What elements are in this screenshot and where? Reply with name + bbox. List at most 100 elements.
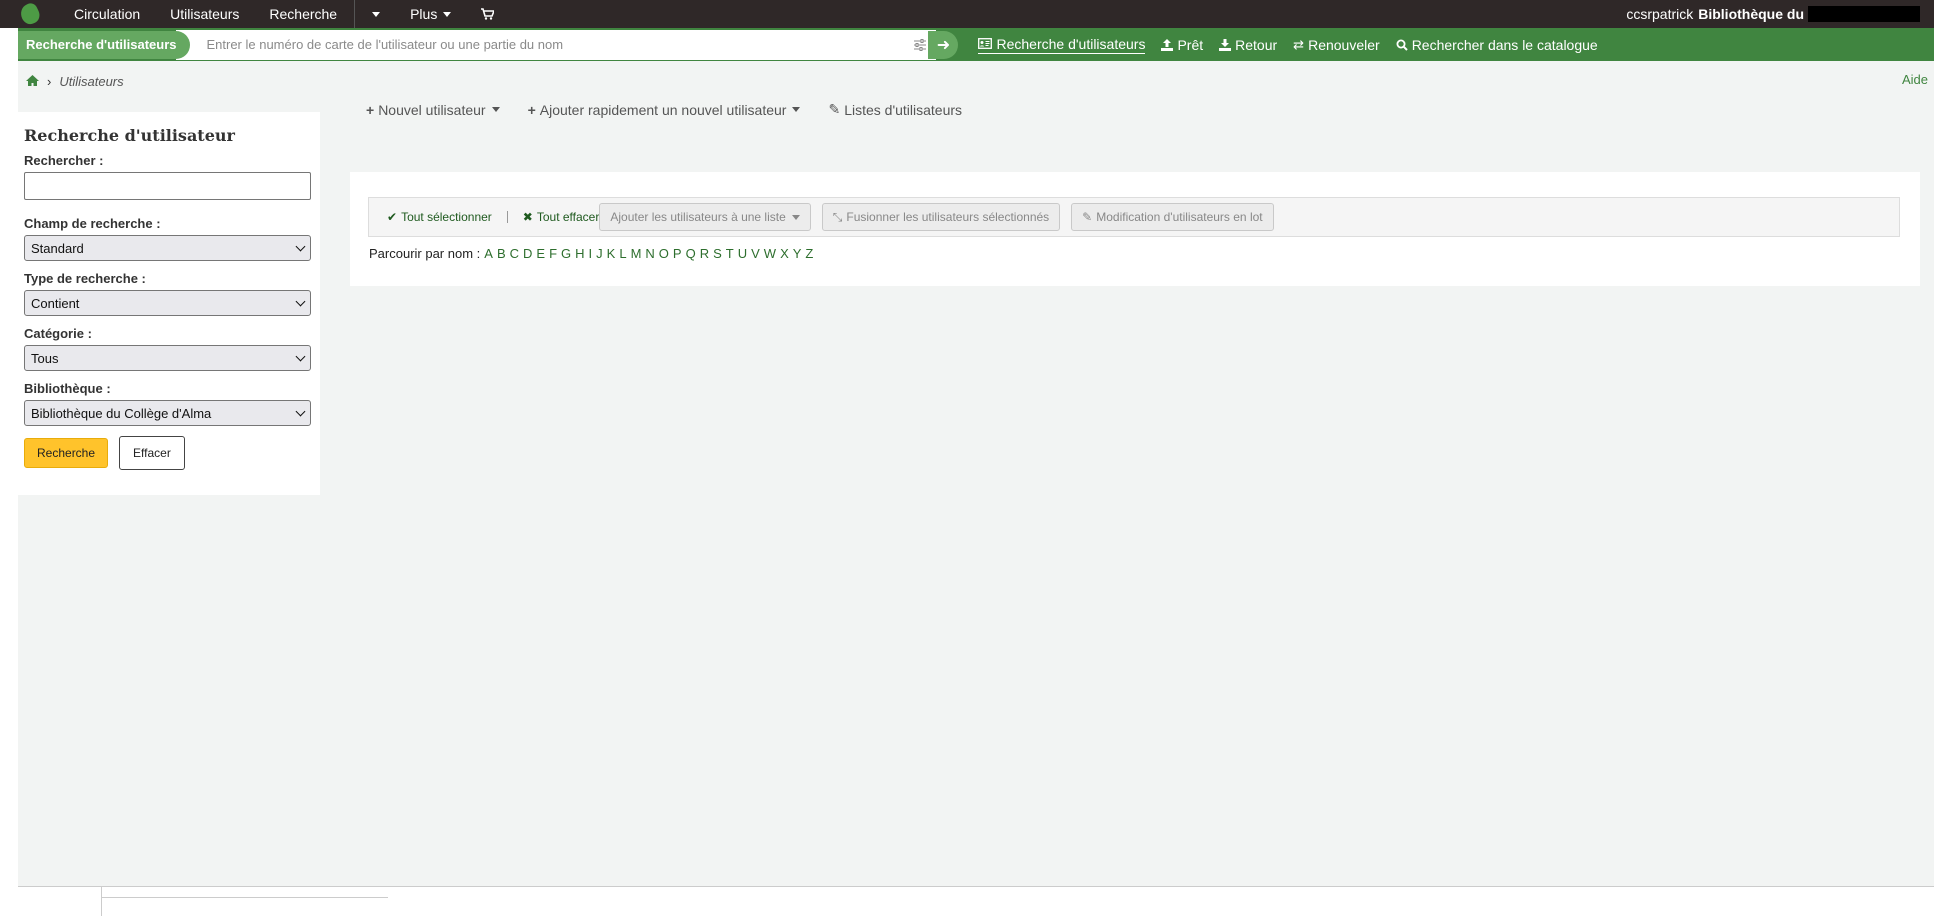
nav-cart[interactable] xyxy=(466,0,509,28)
select-value: Contient xyxy=(31,295,80,311)
compress-icon: ⤡ xyxy=(832,209,843,224)
header-search-bar: Recherche d'utilisateurs ➜ Recherche d'u… xyxy=(18,28,1934,61)
nav-search[interactable]: Recherche xyxy=(254,0,352,28)
select-all-link[interactable]: ✔ Tout sélectionner xyxy=(387,210,492,224)
browse-letter-l[interactable]: L xyxy=(619,246,626,261)
link-renew[interactable]: ⇄ Renouveler xyxy=(1293,37,1380,53)
batch-modify-button[interactable]: ✎ Modification d'utilisateurs en lot xyxy=(1071,203,1274,231)
link-patron-search[interactable]: Recherche d'utilisateurs xyxy=(978,36,1146,54)
button-label: Ajouter les utilisateurs à une liste xyxy=(610,210,786,224)
quick-add-patron-button[interactable]: + Ajouter rapidement un nouvel utilisateu… xyxy=(528,102,801,118)
sidebar-search-input[interactable] xyxy=(24,172,311,200)
cart-icon xyxy=(481,8,495,20)
browse-letter-x[interactable]: X xyxy=(780,246,789,261)
bottom-tab[interactable] xyxy=(18,887,102,916)
sidebar-buttons: Recherche Effacer xyxy=(24,436,314,470)
browse-letter-p[interactable]: P xyxy=(673,246,682,261)
nav-patrons[interactable]: Utilisateurs xyxy=(155,0,254,28)
search-submit-button[interactable]: ➜ xyxy=(928,30,959,59)
download-icon xyxy=(1219,38,1232,51)
search-tab-label[interactable]: Recherche d'utilisateurs xyxy=(18,30,191,59)
browse-letter-n[interactable]: N xyxy=(645,246,654,261)
browse-letter-m[interactable]: M xyxy=(631,246,642,261)
caret-down-icon xyxy=(792,107,801,112)
pencil-icon: ✎ xyxy=(1082,210,1093,224)
patron-search-box xyxy=(176,29,937,60)
logged-in-user: ccsrpatrick xyxy=(1626,6,1694,22)
search-label: Rechercher : xyxy=(24,153,104,168)
link-label: Tout effacer xyxy=(536,210,600,224)
browse-letter-r[interactable]: R xyxy=(700,246,709,261)
link-checkin[interactable]: Retour xyxy=(1219,37,1277,53)
link-catalog-search[interactable]: Rechercher dans le catalogue xyxy=(1396,37,1598,53)
category-select[interactable]: Tous xyxy=(24,345,311,371)
top-menu: Circulation Utilisateurs Recherche Plus xyxy=(59,0,509,28)
browse-letter-u[interactable]: U xyxy=(738,246,747,261)
chevron-down-icon xyxy=(295,241,306,251)
check-icon: ✔ xyxy=(387,210,398,224)
button-label: Modification d'utilisateurs en lot xyxy=(1096,210,1263,224)
browse-letter-f[interactable]: F xyxy=(549,246,557,261)
user-menu[interactable]: ccsrpatrick Bibliothèque du xyxy=(1626,0,1920,28)
results-panel: ✔ Tout sélectionner ✖ Tout effacer Ajouter… xyxy=(350,172,1920,286)
caret-down-icon xyxy=(443,11,452,17)
search-icon xyxy=(1396,39,1408,51)
browse-letter-d[interactable]: D xyxy=(523,246,532,261)
browse-letter-g[interactable]: G xyxy=(561,246,571,261)
id-card-icon xyxy=(978,38,993,49)
browse-letter-s[interactable]: S xyxy=(713,246,722,261)
caret-down-icon xyxy=(791,214,800,220)
clear-all-link[interactable]: ✖ Tout effacer xyxy=(523,210,600,224)
plus-icon: + xyxy=(366,101,375,118)
link-label: Prêt xyxy=(1177,36,1204,53)
nav-more-label: Plus xyxy=(410,6,438,22)
link-checkout[interactable]: Prêt xyxy=(1161,37,1203,53)
clear-button[interactable]: Effacer xyxy=(119,436,185,470)
add-to-list-button[interactable]: Ajouter les utilisateurs à une liste xyxy=(599,203,811,231)
browse-letter-k[interactable]: K xyxy=(607,246,616,261)
koha-logo-icon[interactable] xyxy=(17,1,43,27)
browse-letter-o[interactable]: O xyxy=(659,246,669,261)
button-label: Listes d'utilisateurs xyxy=(844,101,963,118)
browse-letter-i[interactable]: I xyxy=(589,246,593,261)
browse-letter-e[interactable]: E xyxy=(536,246,545,261)
new-patron-button[interactable]: + Nouvel utilisateur xyxy=(366,102,500,118)
nav-search-dropdown[interactable] xyxy=(357,0,395,28)
browse-letter-h[interactable]: H xyxy=(575,246,584,261)
browse-letter-y[interactable]: Y xyxy=(793,246,802,261)
caret-down-icon xyxy=(491,107,500,112)
patron-toolbar: + Nouvel utilisateur + Ajouter rapidement … xyxy=(366,101,990,118)
sliders-icon[interactable] xyxy=(914,38,927,51)
search-type-select[interactable]: Contient xyxy=(24,290,311,316)
library-select[interactable]: Bibliothèque du Collège d'Alma xyxy=(24,400,311,426)
link-label: Rechercher dans le catalogue xyxy=(1411,36,1598,53)
merge-patrons-button[interactable]: ⤡ Fusionner les utilisateurs sélectionnés xyxy=(821,203,1061,231)
patron-search-input[interactable] xyxy=(206,37,897,52)
search-field-select[interactable]: Standard xyxy=(24,235,311,261)
select-value: Bibliothèque du Collège d'Alma xyxy=(31,405,212,421)
browse-letter-b[interactable]: B xyxy=(497,246,506,261)
browse-letter-j[interactable]: J xyxy=(596,246,603,261)
browse-letter-a[interactable]: A xyxy=(484,246,493,261)
browse-letter-z[interactable]: Z xyxy=(805,246,813,261)
breadcrumb: › Utilisateurs xyxy=(26,73,124,89)
home-icon[interactable] xyxy=(26,73,39,89)
browse-letter-c[interactable]: C xyxy=(510,246,519,261)
patron-lists-button[interactable]: ✎ Listes d'utilisateurs xyxy=(828,101,962,118)
browse-letter-t[interactable]: T xyxy=(726,246,734,261)
browse-letter-q[interactable]: Q xyxy=(686,246,696,261)
patron-search-sidebar: Recherche d'utilisateur Rechercher : Cha… xyxy=(18,112,320,495)
search-button[interactable]: Recherche xyxy=(24,438,109,468)
caret-down-icon xyxy=(372,11,381,17)
browse-letter-w[interactable]: W xyxy=(764,246,776,261)
browse-letter-v[interactable]: V xyxy=(751,246,760,261)
button-label: Fusionner les utilisateurs sélectionnés xyxy=(846,210,1050,224)
redacted-block xyxy=(1808,6,1920,22)
button-label: Ajouter rapidement un nouvel utilisateur xyxy=(539,101,787,118)
header-links: Recherche d'utilisateurs Prêt Retour ⇄ R… xyxy=(978,36,1613,54)
sidebar-title: Recherche d'utilisateur xyxy=(24,126,235,145)
nav-circulation[interactable]: Circulation xyxy=(59,0,155,28)
nav-more[interactable]: Plus xyxy=(395,0,466,28)
help-link[interactable]: Aide xyxy=(1902,72,1928,87)
library-label: Bibliothèque : xyxy=(24,381,111,396)
